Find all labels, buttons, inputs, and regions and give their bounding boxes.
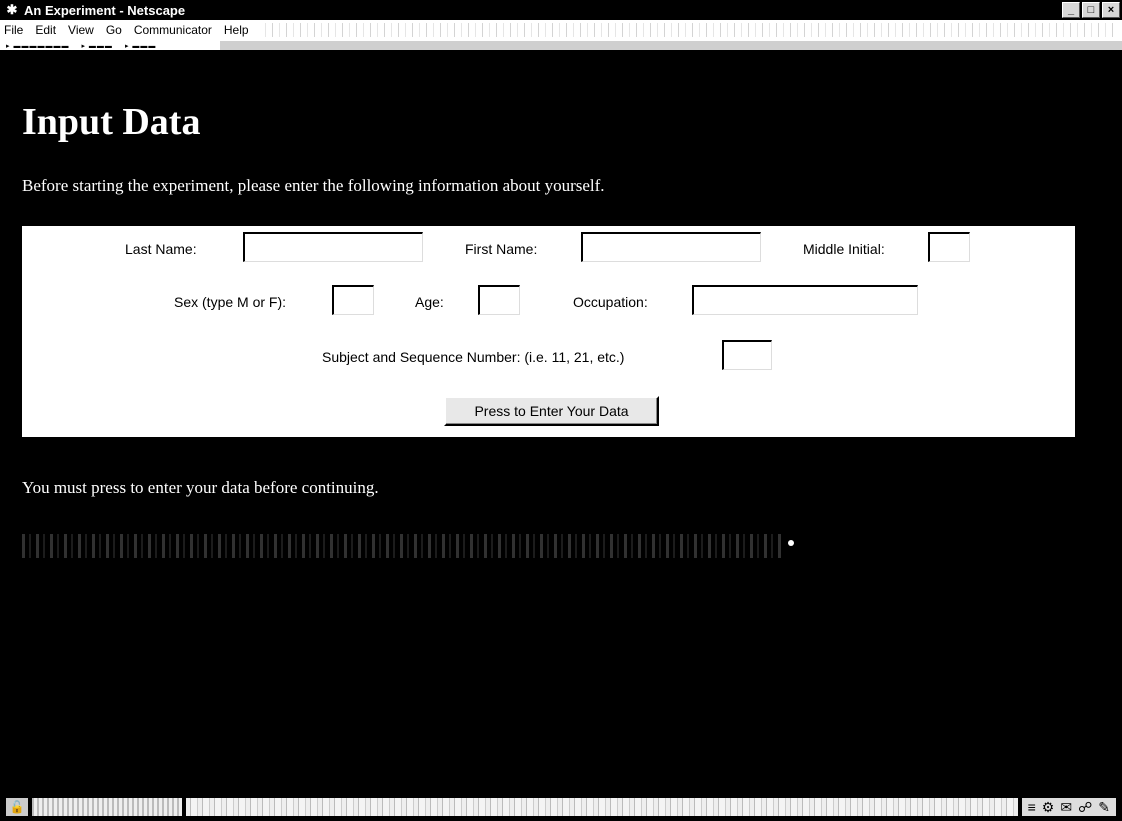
document-icon[interactable]: ≡ — [1028, 798, 1036, 816]
menu-file[interactable]: File — [0, 23, 29, 37]
toolbar-tabs: ▸ ▬▬▬▬▬▬▬ ▸ ▬▬▬ ▸ ▬▬▬ — [0, 41, 1122, 50]
subject-number-label: Subject and Sequence Number: (i.e. 11, 2… — [322, 349, 625, 365]
middle-initial-label: Middle Initial: — [803, 241, 885, 257]
occupation-label: Occupation: — [573, 294, 648, 310]
menu-go[interactable]: Go — [100, 23, 128, 37]
sex-input[interactable] — [332, 285, 374, 315]
enter-data-button[interactable]: Press to Enter Your Data — [444, 396, 659, 426]
menu-help[interactable]: Help — [218, 23, 255, 37]
component-tray: ≡ ⚙ ✉ ☍ ✎ — [1021, 797, 1116, 816]
menu-communicator[interactable]: Communicator — [128, 23, 218, 37]
status-message — [186, 797, 1018, 816]
window-controls: _ □ × — [1062, 2, 1120, 18]
menu-edit[interactable]: Edit — [29, 23, 62, 37]
page-title: Input Data — [22, 101, 201, 143]
page-content: Input Data Before starting the experimen… — [0, 76, 1122, 792]
age-input[interactable] — [478, 285, 520, 315]
network-icon[interactable]: ⚙ — [1042, 798, 1055, 816]
subject-number-input[interactable] — [722, 340, 772, 370]
minimize-button[interactable]: _ — [1062, 2, 1080, 18]
middle-initial-input[interactable] — [928, 232, 970, 262]
last-name-label: Last Name: — [125, 241, 197, 257]
toolbar-tab-location[interactable]: ▸ ▬▬▬ — [75, 42, 118, 50]
netscape-icon: ✱ — [6, 2, 18, 17]
discussion-icon[interactable]: ☍ — [1078, 798, 1092, 816]
security-lock-icon[interactable]: 🔓 — [6, 797, 28, 816]
maximize-button[interactable]: □ — [1082, 2, 1100, 18]
menu-view[interactable]: View — [62, 23, 100, 37]
form-row-details: Sex (type M or F): Age: Occupation: — [22, 285, 1075, 319]
window-titlebar: ✱ An Experiment - Netscape _ □ × — [0, 0, 1122, 20]
input-form: Last Name: First Name: Middle Initial: S… — [22, 226, 1075, 437]
form-row-names: Last Name: First Name: Middle Initial: — [22, 232, 1075, 266]
menubar: File Edit View Go Communicator Help — [0, 20, 1122, 40]
continue-notice: You must press to enter your data before… — [22, 478, 379, 497]
toolbar-tab-navigation[interactable]: ▸ ▬▬▬▬▬▬▬ — [0, 42, 75, 50]
first-name-label: First Name: — [465, 241, 538, 257]
progress-meter — [32, 797, 182, 816]
window-title: An Experiment - Netscape — [24, 2, 186, 18]
toolbar-strip: ▸ ▬▬▬▬▬▬▬ ▸ ▬▬▬ ▸ ▬▬▬ — [0, 40, 1122, 76]
mail-icon[interactable]: ✉ — [1060, 798, 1072, 816]
form-row-subject: Subject and Sequence Number: (i.e. 11, 2… — [22, 340, 1075, 374]
toolbar-tab-personal[interactable]: ▸ ▬▬▬ — [119, 42, 162, 50]
statusbar: 🔓 ≡ ⚙ ✉ ☍ ✎ — [0, 792, 1122, 821]
age-label: Age: — [415, 294, 444, 310]
occupation-input[interactable] — [692, 285, 918, 315]
bullet-dot — [788, 540, 794, 546]
intro-text: Before starting the experiment, please e… — [22, 176, 605, 195]
first-name-input[interactable] — [581, 232, 761, 262]
close-button[interactable]: × — [1102, 2, 1120, 18]
sex-label: Sex (type M or F): — [174, 294, 287, 310]
last-name-input[interactable] — [243, 232, 423, 262]
menubar-filler — [258, 23, 1118, 37]
faint-link-text[interactable] — [22, 534, 782, 558]
compose-icon[interactable]: ✎ — [1098, 798, 1110, 816]
